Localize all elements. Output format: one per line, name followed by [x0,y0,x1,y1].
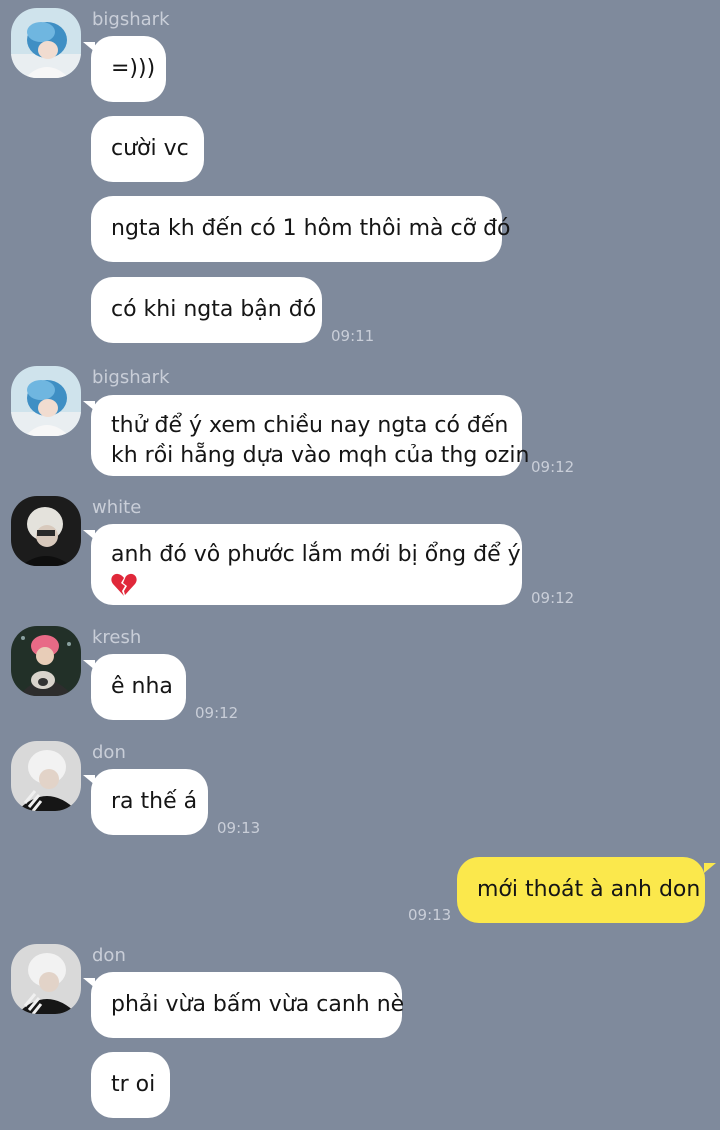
don-avatar-icon [11,944,81,1014]
emoji-line [111,570,502,600]
message-text: ngta kh đến có 1 hôm thôi mà cỡ đó [111,216,511,241]
message-text: tr oi [111,1072,156,1097]
bigshark-avatar-icon [11,366,81,436]
message-bubble[interactable]: phải vừa bấm vừa canh nè [91,972,405,1038]
message-bubble[interactable]: anh đó vô phước lắm mới bị ổng để ý [91,524,522,605]
message-text: cười vc [111,136,189,161]
white-avatar-icon [11,496,81,566]
bubble-tail [83,660,95,670]
sender-name: kresh [92,627,142,648]
bubble-tail [83,530,95,540]
message-text-line: anh đó vô phước lắm mới bị ổng để ý [111,542,521,567]
sender-name: bigshark [92,367,170,388]
message-text-line: thử để ý xem chiều nay ngta có đến [111,413,509,438]
message-text: có khi ngta bận đó [111,297,317,322]
avatar[interactable] [11,496,81,566]
bubble-tail [83,775,95,785]
message-time: 09:11 [331,327,375,345]
sender-name: bigshark [92,9,170,30]
don-avatar-icon [11,741,81,811]
sender-name: don [92,742,126,763]
message-text: =))) [111,56,156,81]
message-bubble[interactable]: ê nha [91,654,186,720]
message-bubble[interactable]: tr oi [91,1052,170,1118]
message-time: 09:12 [531,589,575,607]
avatar[interactable] [11,944,81,1014]
message-text: phải vừa bấm vừa canh nè [111,992,405,1017]
avatar[interactable] [11,741,81,811]
message-time: 09:13 [408,906,452,924]
chat-thread[interactable]: bigshark =))) cười vc ngta kh đến có 1 h… [0,0,720,1130]
bigshark-avatar-icon [11,8,81,78]
kresh-avatar-icon [11,626,81,696]
bubble-tail [83,978,95,988]
message-bubble[interactable]: ngta kh đến có 1 hôm thôi mà cỡ đó [91,196,511,262]
avatar[interactable] [11,626,81,696]
message-bubble[interactable]: cười vc [91,116,204,182]
message-text: mới thoát à anh don [477,877,701,902]
avatar[interactable] [11,8,81,78]
bubble-tail [83,401,95,411]
sender-name: don [92,945,126,966]
avatar[interactable] [11,366,81,436]
message-bubble[interactable]: có khi ngta bận đó [91,277,322,343]
message-bubble[interactable]: thử để ý xem chiều nay ngta có đến kh rồ… [91,395,530,476]
bubble-tail [83,42,95,52]
outgoing-message-bubble[interactable]: mới thoát à anh don [457,857,705,923]
message-bubble[interactable]: =))) [91,36,166,102]
broken-heart-emoji-icon [111,573,137,596]
message-time: 09:12 [195,704,239,722]
bubble-tail [704,863,716,873]
message-time: 09:12 [531,458,575,476]
message-bubble[interactable]: ra thế á [91,769,208,835]
message-time: 09:13 [217,819,261,837]
message-text: ê nha [111,674,173,699]
sender-name: white [92,497,142,518]
message-text-line: kh rồi hẵng dựa vào mqh của thg ozin [111,443,530,468]
message-text: ra thế á [111,789,198,814]
